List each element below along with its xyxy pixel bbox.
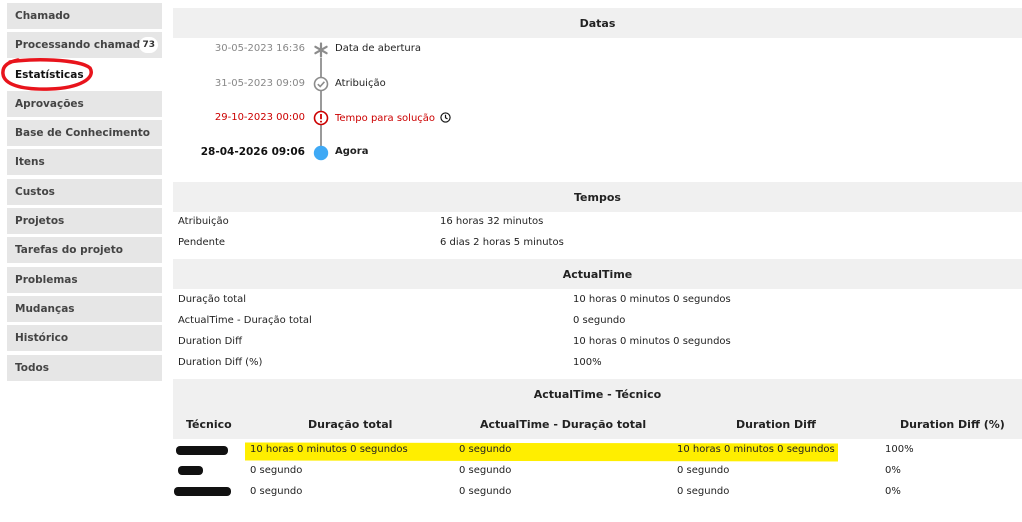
section-title: ActualTime — [562, 267, 633, 281]
table-cell: 100% — [885, 444, 914, 455]
sidebar-item-tarefas-do-projeto[interactable]: Tarefas do projeto — [7, 237, 162, 264]
timeline-date: 29-10-2023 00:00 — [214, 112, 305, 123]
section-title: Datas — [579, 16, 616, 30]
timeline-label-text: Tempo para solução — [335, 113, 436, 124]
kv-value: 100% — [573, 357, 602, 368]
sidebar-item-label: Processando chamado — [15, 39, 148, 52]
table-cell: 0 segundo — [250, 486, 303, 497]
kv-label: Atribuição — [178, 216, 229, 227]
clock-icon — [440, 112, 451, 123]
actualtime-header: ActualTime — [173, 259, 1022, 289]
sidebar-item-label: Itens — [15, 156, 45, 169]
sidebar-item-label: Histórico — [15, 332, 69, 345]
sidebar-item-historico[interactable]: Histórico — [7, 325, 162, 352]
datas-header: Datas — [173, 8, 1022, 38]
kv-label: Duração total — [178, 294, 247, 305]
table-cell: 0 segundo — [459, 444, 512, 455]
kv-value: 16 horas 32 minutos — [440, 216, 544, 227]
table-cell: 0 segundo — [459, 486, 512, 497]
table-cell: 0 segundo — [677, 486, 730, 497]
sidebar-item-aprovacoes[interactable]: Aprovações — [7, 90, 162, 117]
sidebar-item-itens[interactable]: Itens — [7, 149, 162, 176]
timeline-label: Agora — [335, 146, 369, 157]
sidebar-item-processando-chamado[interactable]: Processando chamado 73 — [7, 32, 162, 59]
kv-label: ActualTime - Duração total — [178, 315, 312, 326]
table-cell: 0% — [885, 465, 901, 476]
table-cell: 0 segundo — [677, 465, 730, 476]
sidebar-item-label: Mudanças — [15, 302, 75, 315]
sidebar-item-label: Estatísticas — [15, 68, 84, 81]
sidebar-item-label: Todos — [15, 361, 49, 374]
sidebar: Chamado Processando chamado 73 Estatístic… — [7, 3, 162, 384]
column-header-tecnico[interactable]: Técnico — [186, 418, 232, 431]
timeline-label: Atribuição — [335, 78, 386, 89]
asterisk-icon — [313, 42, 329, 58]
sidebar-item-todos[interactable]: Todos — [7, 354, 162, 381]
timeline-date: 28-04-2026 09:06 — [200, 146, 305, 158]
count-badge: 73 — [139, 37, 158, 54]
section-title: Tempos — [574, 190, 621, 204]
column-header-duracao-total[interactable]: Duração total — [308, 418, 392, 431]
sidebar-item-label: Base de Conhecimento — [15, 127, 150, 140]
tecnico-header: ActualTime - Técnico — [173, 379, 1022, 409]
table-cell: 10 horas 0 minutos 0 segundos — [677, 444, 835, 455]
sidebar-item-chamado[interactable]: Chamado — [7, 3, 162, 29]
kv-value: 10 horas 0 minutos 0 segundos — [573, 336, 731, 347]
sidebar-item-problemas[interactable]: Problemas — [7, 266, 162, 293]
redacted-name — [176, 446, 228, 455]
sidebar-item-label: Tarefas do projeto — [15, 244, 123, 257]
sidebar-item-custos[interactable]: Custos — [7, 178, 162, 205]
kv-value: 10 horas 0 minutos 0 segundos — [573, 294, 731, 305]
timeline-date: 31-05-2023 09:09 — [214, 78, 305, 89]
table-cell: 0 segundo — [459, 465, 512, 476]
now-dot-icon — [313, 145, 329, 161]
table-cell: 10 horas 0 minutos 0 segundos — [250, 444, 408, 455]
column-header-duration-diff-pct[interactable]: Duration Diff (%) — [900, 418, 1005, 431]
sidebar-item-label: Aprovações — [15, 97, 84, 110]
sidebar-item-label: Chamado — [15, 10, 71, 22]
sidebar-item-label: Custos — [15, 185, 55, 198]
column-header-duration-diff[interactable]: Duration Diff — [736, 418, 816, 431]
kv-label: Pendente — [178, 237, 226, 248]
redacted-name — [178, 466, 203, 475]
table-cell: 0% — [885, 486, 901, 497]
kv-label: Duration Diff — [178, 336, 242, 347]
redacted-name — [174, 487, 231, 496]
timeline-label: Tempo para solução — [335, 112, 451, 124]
kv-value: 0 segundo — [573, 315, 626, 326]
table-cell: 0 segundo — [250, 465, 303, 476]
sidebar-item-label: Projetos — [15, 215, 65, 228]
kv-label: Duration Diff (%) — [178, 357, 263, 368]
timeline-line — [320, 50, 322, 153]
kv-value: 6 dias 2 horas 5 minutos — [440, 237, 564, 248]
sidebar-item-projetos[interactable]: Projetos — [7, 208, 162, 235]
check-circle-icon — [313, 76, 329, 92]
column-header-actualtime-duracao[interactable]: ActualTime - Duração total — [480, 418, 646, 431]
tempos-header: Tempos — [173, 182, 1022, 212]
sidebar-item-label: Problemas — [15, 273, 78, 286]
sidebar-item-mudancas[interactable]: Mudanças — [7, 295, 162, 322]
section-title: ActualTime - Técnico — [533, 387, 662, 401]
sidebar-item-base-de-conhecimento[interactable]: Base de Conhecimento — [7, 120, 162, 147]
timeline-date: 30-05-2023 16:36 — [214, 43, 305, 54]
alert-circle-icon — [313, 110, 329, 126]
sidebar-item-estatisticas[interactable]: Estatísticas — [7, 61, 162, 88]
timeline-label: Data de abertura — [335, 43, 421, 54]
